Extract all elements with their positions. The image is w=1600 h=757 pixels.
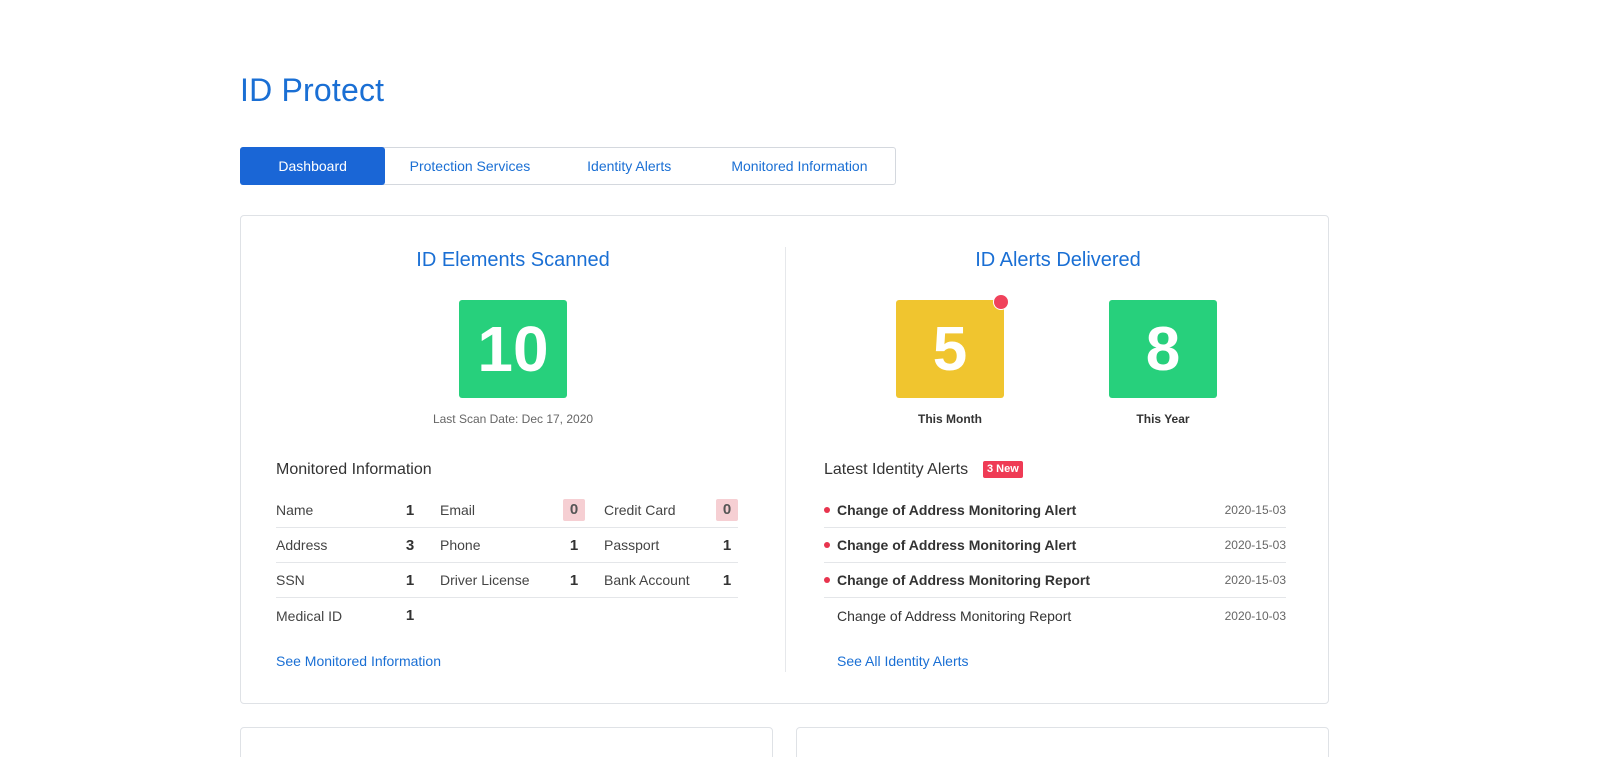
- new-alert-dot-icon: [993, 294, 1009, 310]
- alert-list-item[interactable]: Change of Address Monitoring Report 2020…: [824, 563, 1286, 598]
- monitored-item-count: 1: [569, 536, 579, 554]
- alert-list-item[interactable]: Change of Address Monitoring Alert 2020-…: [824, 528, 1286, 563]
- alert-title: Change of Address Monitoring Alert: [837, 502, 1077, 518]
- delivered-title: ID Alerts Delivered: [975, 249, 1141, 271]
- monitored-item-count: 0: [716, 499, 738, 521]
- alert-list-item[interactable]: Change of Address Monitoring Report 2020…: [824, 598, 1286, 633]
- dashboard-summary-card: ID Elements Scanned 10 Last Scan Date: D…: [240, 215, 1329, 704]
- alert-date: 2020-15-03: [1224, 503, 1286, 517]
- monitored-item-count: 1: [722, 571, 732, 589]
- alert-title: Change of Address Monitoring Alert: [837, 537, 1077, 553]
- alert-title: Change of Address Monitoring Report: [837, 572, 1091, 588]
- unread-dot-icon: [824, 542, 837, 548]
- alert-title: Change of Address Monitoring Report: [837, 607, 1072, 624]
- see-all-identity-alerts-link[interactable]: See All Identity Alerts: [837, 653, 969, 669]
- tab-monitored-information[interactable]: Monitored Information: [704, 148, 895, 184]
- panel-divider: [785, 247, 786, 672]
- alert-date: 2020-10-03: [1224, 608, 1286, 623]
- monitored-item-name: Passport: [604, 537, 660, 553]
- alert-date: 2020-15-03: [1224, 538, 1286, 552]
- tab-protection-services[interactable]: Protection Services: [385, 148, 554, 184]
- monitored-item-name: Driver License: [440, 572, 530, 588]
- id-protect-page: ID Protect Dashboard Protection Services…: [0, 0, 1600, 757]
- monitored-item-name: Bank Account: [604, 572, 690, 588]
- monitored-row: Address 3 Phone 1 Passport 1: [276, 528, 738, 563]
- monitored-item: Name 1: [276, 502, 440, 519]
- monitored-heading: Monitored Information: [276, 461, 432, 478]
- monitored-item-count: 1: [405, 571, 415, 589]
- monitored-item-name: Address: [276, 537, 328, 553]
- monitored-item: Credit Card 0: [604, 499, 738, 521]
- scanned-count-tile: 10: [459, 300, 567, 398]
- tab-bar: Dashboard Protection Services Identity A…: [240, 147, 896, 185]
- monitored-item-name: Email: [440, 502, 476, 518]
- page-title: ID Protect: [240, 72, 385, 108]
- new-alerts-badge: 3 New: [983, 461, 1023, 478]
- monitored-item-name: Credit Card: [604, 502, 676, 518]
- this-year-label: This Year: [1136, 412, 1190, 426]
- alerts-this-month-tile: 5: [896, 300, 1004, 398]
- see-monitored-information-link[interactable]: See Monitored Information: [276, 653, 441, 669]
- monitored-item-name: Name: [276, 502, 314, 518]
- monitored-item: Phone 1: [440, 537, 604, 554]
- monitored-item: Medical ID 1: [276, 607, 440, 624]
- lower-card-right: [796, 727, 1329, 757]
- monitored-row: Medical ID 1: [276, 598, 738, 633]
- monitored-item: SSN 1: [276, 572, 440, 589]
- scanned-title: ID Elements Scanned: [416, 249, 610, 271]
- last-scan-date: Last Scan Date: Dec 17, 2020: [432, 412, 594, 426]
- monitored-item-count: 1: [569, 571, 579, 589]
- latest-alerts-heading: Latest Identity Alerts: [824, 461, 969, 478]
- alert-list-item[interactable]: Change of Address Monitoring Alert 2020-…: [824, 493, 1286, 528]
- monitored-row: Name 1 Email 0 Credit Card 0: [276, 493, 738, 528]
- monitored-item-count: 1: [405, 501, 415, 519]
- tab-identity-alerts[interactable]: Identity Alerts: [555, 148, 704, 184]
- monitored-item: Email 0: [440, 499, 604, 521]
- monitored-item-name: Medical ID: [276, 607, 343, 624]
- lower-card-left: [240, 727, 773, 757]
- alert-date: 2020-15-03: [1224, 573, 1286, 587]
- monitored-item-name: SSN: [276, 572, 305, 588]
- unread-dot-icon: [824, 507, 837, 513]
- monitored-item: Driver License 1: [440, 572, 604, 589]
- monitored-item-count: 1: [405, 607, 415, 624]
- monitored-grid: Name 1 Email 0 Credit Card 0 Address 3 P…: [276, 493, 738, 633]
- monitored-item: Address 3: [276, 537, 440, 554]
- monitored-row: SSN 1 Driver License 1 Bank Account 1: [276, 563, 738, 598]
- monitored-item-count: 1: [722, 536, 732, 554]
- alert-list: Change of Address Monitoring Alert 2020-…: [824, 493, 1286, 633]
- monitored-item: Bank Account 1: [604, 572, 738, 589]
- unread-dot-icon: [824, 577, 837, 583]
- monitored-item-name: Phone: [440, 537, 481, 553]
- monitored-item-count: 0: [563, 499, 585, 521]
- monitored-item: Passport 1: [604, 537, 738, 554]
- alerts-this-year-tile: 8: [1109, 300, 1217, 398]
- tab-dashboard[interactable]: Dashboard: [240, 147, 386, 185]
- monitored-item-count: 3: [405, 536, 415, 554]
- this-month-label: This Month: [918, 412, 982, 426]
